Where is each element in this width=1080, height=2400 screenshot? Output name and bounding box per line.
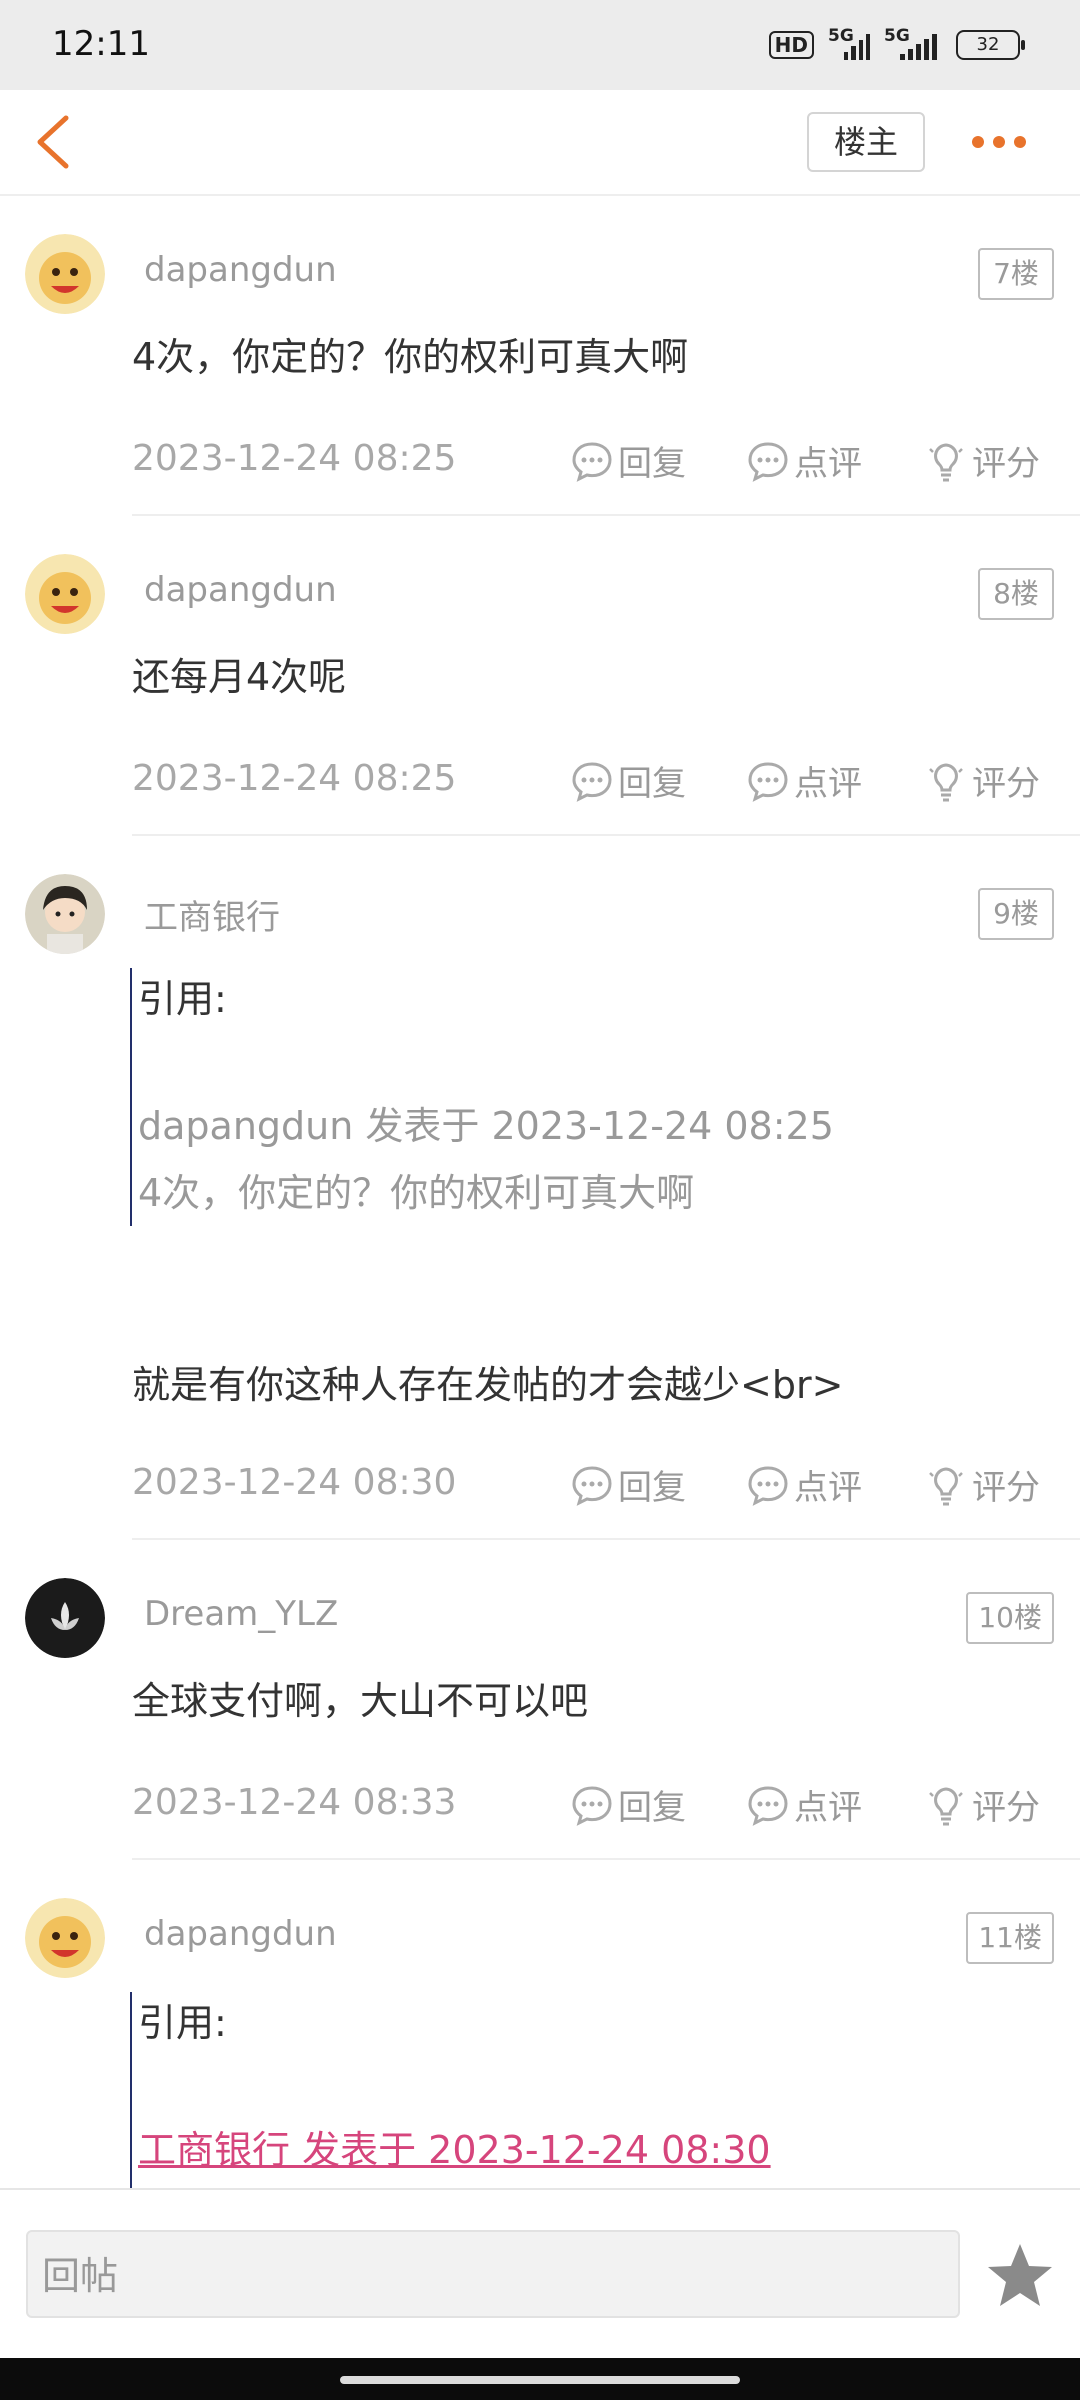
signal-icon-2: 5G bbox=[884, 26, 942, 60]
post-meta: 2023-12-24 08:33 回复 点评 评分 bbox=[132, 1774, 1052, 1834]
signal-icon-1: 5G bbox=[828, 26, 870, 60]
post-meta: 2023-12-24 08:30 回复 点评 评分 bbox=[132, 1454, 1052, 1514]
rate-button[interactable]: 评分 bbox=[924, 756, 1040, 805]
speech-bubble-icon bbox=[748, 1465, 788, 1506]
more-dots-icon bbox=[972, 136, 984, 148]
post-floor-7: dapangdun 7楼 4次，你定的？你的权利可真大啊 2023-12-24 … bbox=[0, 194, 1080, 516]
username[interactable]: dapangdun bbox=[144, 1914, 337, 1954]
post-meta: 2023-12-24 08:25 回复 点评 评分 bbox=[132, 430, 1052, 490]
username[interactable]: Dream_YLZ bbox=[144, 1594, 338, 1634]
post-time: 2023-12-24 08:33 bbox=[132, 1782, 457, 1823]
avatar[interactable] bbox=[25, 234, 105, 314]
post-text: 4次，你定的？你的权利可真大啊 bbox=[132, 335, 689, 379]
rate-button[interactable]: 评分 bbox=[924, 1460, 1040, 1509]
floor-badge: 11楼 bbox=[966, 1912, 1054, 1964]
floor-badge: 8楼 bbox=[978, 568, 1054, 620]
post-floor-9: 工商银行 9楼 引用: dapangdun 发表于 2023-12-24 08:… bbox=[0, 834, 1080, 1540]
top-nav-bar: 楼主 bbox=[0, 90, 1080, 196]
post-meta: 2023-12-24 08:25 回复 点评 评分 bbox=[132, 750, 1052, 810]
username[interactable]: 工商银行 bbox=[144, 890, 280, 939]
post-floor-8: dapangdun 8楼 还每月4次呢 2023-12-24 08:25 回复 … bbox=[0, 514, 1080, 836]
lightbulb-icon bbox=[929, 1466, 963, 1505]
home-indicator[interactable] bbox=[340, 2376, 740, 2384]
reply-button[interactable]: 回复 bbox=[570, 1780, 686, 1829]
avatar[interactable] bbox=[25, 874, 105, 954]
quote-label: 引用: bbox=[138, 2001, 227, 2045]
quote-author-line: dapangdun 发表于 2023-12-24 08:25 bbox=[138, 1104, 834, 1148]
speech-bubble-icon bbox=[572, 1465, 612, 1506]
avatar[interactable] bbox=[25, 554, 105, 634]
quote-author-link[interactable]: 工商银行 发表于 2023-12-24 08:30 bbox=[138, 2119, 771, 2174]
gesture-nav-bar bbox=[0, 2358, 1080, 2400]
speech-bubble-icon bbox=[748, 1785, 788, 1826]
post-time: 2023-12-24 08:25 bbox=[132, 438, 457, 479]
rate-button[interactable]: 评分 bbox=[924, 436, 1040, 485]
reply-input[interactable]: 回帖 bbox=[26, 2230, 960, 2318]
post-time: 2023-12-24 08:30 bbox=[132, 1462, 457, 1503]
reply-button[interactable]: 回复 bbox=[570, 436, 686, 485]
post-floor-11: dapangdun 11楼 引用: 工商银行 发表于 2023-12-24 08… bbox=[0, 1858, 1080, 2188]
battery-icon: 32 bbox=[956, 30, 1025, 60]
floor-badge: 9楼 bbox=[978, 888, 1054, 940]
lightbulb-icon bbox=[929, 1786, 963, 1825]
only-owner-button[interactable]: 楼主 bbox=[807, 112, 925, 172]
username[interactable]: dapangdun bbox=[144, 250, 337, 290]
comment-button[interactable]: 点评 bbox=[746, 1460, 862, 1509]
reply-bar: 回帖 bbox=[0, 2188, 1080, 2360]
lightbulb-icon bbox=[929, 442, 963, 481]
speech-bubble-icon bbox=[748, 441, 788, 482]
favorite-button[interactable] bbox=[984, 2240, 1056, 2312]
post-floor-10: Dream_YLZ 10楼 全球支付啊，大山不可以吧 2023-12-24 08… bbox=[0, 1538, 1080, 1860]
more-menu-button[interactable] bbox=[972, 130, 1032, 154]
status-bar: 12:11 HD 5G 5G 32 bbox=[0, 0, 1080, 90]
post-text: 就是有你这种人存在发帖的才会越少<br> bbox=[132, 1363, 844, 1407]
speech-bubble-icon bbox=[572, 761, 612, 802]
comment-button[interactable]: 点评 bbox=[746, 436, 862, 485]
quoted-text: 4次，你定的？你的权利可真大啊 bbox=[138, 1171, 695, 1215]
status-icons: HD 5G 5G 32 bbox=[768, 26, 1025, 60]
post-text: 还每月4次呢 bbox=[132, 655, 347, 699]
speech-bubble-icon bbox=[748, 761, 788, 802]
status-time: 12:11 bbox=[52, 24, 150, 64]
reply-button[interactable]: 回复 bbox=[570, 1460, 686, 1509]
speech-bubble-icon bbox=[572, 441, 612, 482]
floor-badge: 7楼 bbox=[978, 248, 1054, 300]
post-text: 全球支付啊，大山不可以吧 bbox=[132, 1679, 589, 1723]
speech-bubble-icon bbox=[572, 1785, 612, 1826]
reply-button[interactable]: 回复 bbox=[570, 756, 686, 805]
hd-voice-icon: HD bbox=[768, 31, 814, 59]
quote-block: 引用: dapangdun 发表于 2023-12-24 08:25 4次，你定… bbox=[130, 968, 834, 1226]
avatar[interactable] bbox=[25, 1898, 105, 1978]
comment-button[interactable]: 点评 bbox=[746, 1780, 862, 1829]
back-button[interactable] bbox=[30, 112, 90, 172]
quote-block: 引用: 工商银行 发表于 2023-12-24 08:30 bbox=[130, 1992, 771, 2188]
quote-label: 引用: bbox=[138, 977, 227, 1021]
chevron-left-icon bbox=[37, 115, 69, 169]
star-icon bbox=[988, 2244, 1052, 2306]
rate-button[interactable]: 评分 bbox=[924, 1780, 1040, 1829]
lightbulb-icon bbox=[929, 762, 963, 801]
avatar[interactable] bbox=[25, 1578, 105, 1658]
username[interactable]: dapangdun bbox=[144, 570, 337, 610]
floor-badge: 10楼 bbox=[966, 1592, 1054, 1644]
comment-button[interactable]: 点评 bbox=[746, 756, 862, 805]
post-time: 2023-12-24 08:25 bbox=[132, 758, 457, 799]
